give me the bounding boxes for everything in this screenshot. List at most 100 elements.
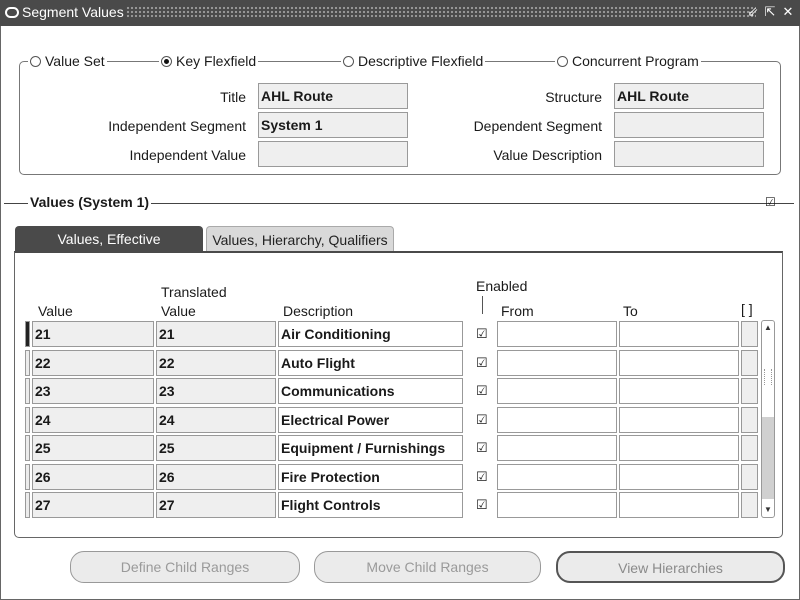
translated-value-cell[interactable]: 24 (156, 407, 276, 433)
flex-cell[interactable] (741, 407, 758, 433)
column-header-translated-value: Value (161, 303, 196, 319)
scroll-down-arrow-icon[interactable]: ▼ (762, 503, 774, 517)
window-title: Segment Values (22, 4, 124, 20)
flex-cell[interactable] (741, 321, 758, 347)
value-cell[interactable]: 24 (32, 407, 154, 433)
flex-cell[interactable] (741, 378, 758, 404)
flex-cell[interactable] (741, 350, 758, 376)
to-date-cell[interactable] (619, 464, 739, 490)
from-date-cell[interactable] (497, 464, 617, 490)
from-date-cell[interactable] (497, 321, 617, 347)
radio-descriptive-flexfield[interactable]: Descriptive Flexfield (341, 53, 486, 69)
maximize-icon[interactable]: ⇱ (763, 4, 777, 20)
value-cell[interactable]: 21 (32, 321, 154, 347)
value-cell[interactable]: 25 (32, 435, 154, 461)
close-icon[interactable]: ✕ (781, 4, 795, 20)
title-bar-pattern (126, 6, 756, 18)
independent-value-field[interactable] (258, 141, 408, 167)
enabled-checkbox[interactable]: ☑ (476, 470, 490, 484)
from-date-cell[interactable] (497, 350, 617, 376)
title-bar[interactable]: Segment Values ⇙ ⇱ ✕ (0, 0, 800, 26)
translated-value-cell[interactable]: 25 (156, 435, 276, 461)
to-date-cell[interactable] (619, 321, 739, 347)
row-indicator[interactable] (25, 435, 30, 461)
column-header-to: To (623, 303, 638, 319)
enabled-checkbox[interactable]: ☑ (476, 327, 490, 341)
translated-value-cell[interactable]: 22 (156, 350, 276, 376)
title-field[interactable]: AHL Route (258, 83, 408, 109)
radio-value-set[interactable]: Value Set (28, 53, 107, 69)
description-cell[interactable]: Communications (278, 378, 463, 404)
radio-label: Key Flexfield (176, 53, 257, 69)
radio-label: Descriptive Flexfield (358, 53, 484, 69)
description-cell[interactable]: Electrical Power (278, 407, 463, 433)
enabled-checkbox[interactable]: ☑ (476, 356, 490, 370)
to-date-cell[interactable] (619, 492, 739, 518)
rows-scrollbar[interactable]: ▲ ▼ (761, 320, 775, 518)
column-header-flex: [ ] (741, 301, 753, 317)
structure-field[interactable]: AHL Route (614, 83, 764, 109)
description-cell[interactable]: Flight Controls (278, 492, 463, 518)
section-checkmark-icon[interactable]: ☑ (765, 196, 776, 208)
dependent-segment-label: Dependent Segment (473, 118, 602, 134)
independent-segment-field[interactable]: System 1 (258, 112, 408, 138)
from-date-cell[interactable] (497, 407, 617, 433)
from-date-cell[interactable] (497, 378, 617, 404)
flex-cell[interactable] (741, 435, 758, 461)
from-date-cell[interactable] (497, 492, 617, 518)
minimize-icon[interactable]: ⇙ (746, 4, 760, 20)
enabled-checkbox[interactable]: ☑ (476, 441, 490, 455)
tab-values-hierarchy-qualifiers[interactable]: Values, Hierarchy, Qualifiers (206, 226, 394, 252)
translated-value-cell[interactable]: 27 (156, 492, 276, 518)
value-cell[interactable]: 23 (32, 378, 154, 404)
tab-values-effective[interactable]: Values, Effective (15, 226, 203, 252)
row-indicator-current[interactable] (25, 321, 30, 347)
flex-cell[interactable] (741, 492, 758, 518)
enabled-checkbox[interactable]: ☑ (476, 413, 490, 427)
value-cell[interactable]: 27 (32, 492, 154, 518)
move-child-ranges-button[interactable]: Move Child Ranges (314, 551, 541, 583)
description-cell[interactable]: Auto Flight (278, 350, 463, 376)
independent-segment-label: Independent Segment (108, 118, 246, 134)
row-indicator[interactable] (25, 464, 30, 490)
column-header-enabled: Enabled (476, 278, 528, 294)
to-date-cell[interactable] (619, 378, 739, 404)
column-header-description: Description (283, 303, 354, 319)
translated-value-cell[interactable]: 21 (156, 321, 276, 347)
radio-key-flexfield[interactable]: Key Flexfield (159, 53, 259, 69)
value-cell[interactable]: 22 (32, 350, 154, 376)
to-date-cell[interactable] (619, 407, 739, 433)
row-indicator[interactable] (25, 407, 30, 433)
description-cell[interactable]: Equipment / Furnishings (278, 435, 463, 461)
row-indicator[interactable] (25, 378, 30, 404)
enabled-checkbox[interactable]: ☑ (476, 384, 490, 398)
translated-value-cell[interactable]: 26 (156, 464, 276, 490)
enabled-header-divider (482, 296, 483, 314)
column-header-from: From (501, 303, 534, 319)
translated-value-cell[interactable]: 23 (156, 378, 276, 404)
scrollbar-thumb[interactable] (762, 417, 774, 499)
radio-dot (343, 55, 354, 67)
row-indicator[interactable] (25, 350, 30, 376)
scroll-up-arrow-icon[interactable]: ▲ (762, 321, 774, 335)
dependent-segment-field[interactable] (614, 112, 764, 138)
title-label: Title (220, 89, 246, 105)
to-date-cell[interactable] (619, 350, 739, 376)
from-date-cell[interactable] (497, 435, 617, 461)
row-indicator[interactable] (25, 492, 30, 518)
column-header-translated: Translated (161, 284, 227, 300)
window-left-border (0, 26, 1, 600)
radio-concurrent-program[interactable]: Concurrent Program (555, 53, 701, 69)
value-cell[interactable]: 26 (32, 464, 154, 490)
value-description-label: Value Description (493, 147, 602, 163)
radio-dot-selected (161, 55, 172, 67)
flex-cell[interactable] (741, 464, 758, 490)
to-date-cell[interactable] (619, 435, 739, 461)
enabled-checkbox[interactable]: ☑ (476, 498, 490, 512)
independent-value-label: Independent Value (129, 147, 246, 163)
value-description-field[interactable] (614, 141, 764, 167)
define-child-ranges-button[interactable]: Define Child Ranges (70, 551, 300, 583)
description-cell[interactable]: Air Conditioning (278, 321, 463, 347)
view-hierarchies-button[interactable]: View Hierarchies (556, 551, 785, 583)
description-cell[interactable]: Fire Protection (278, 464, 463, 490)
